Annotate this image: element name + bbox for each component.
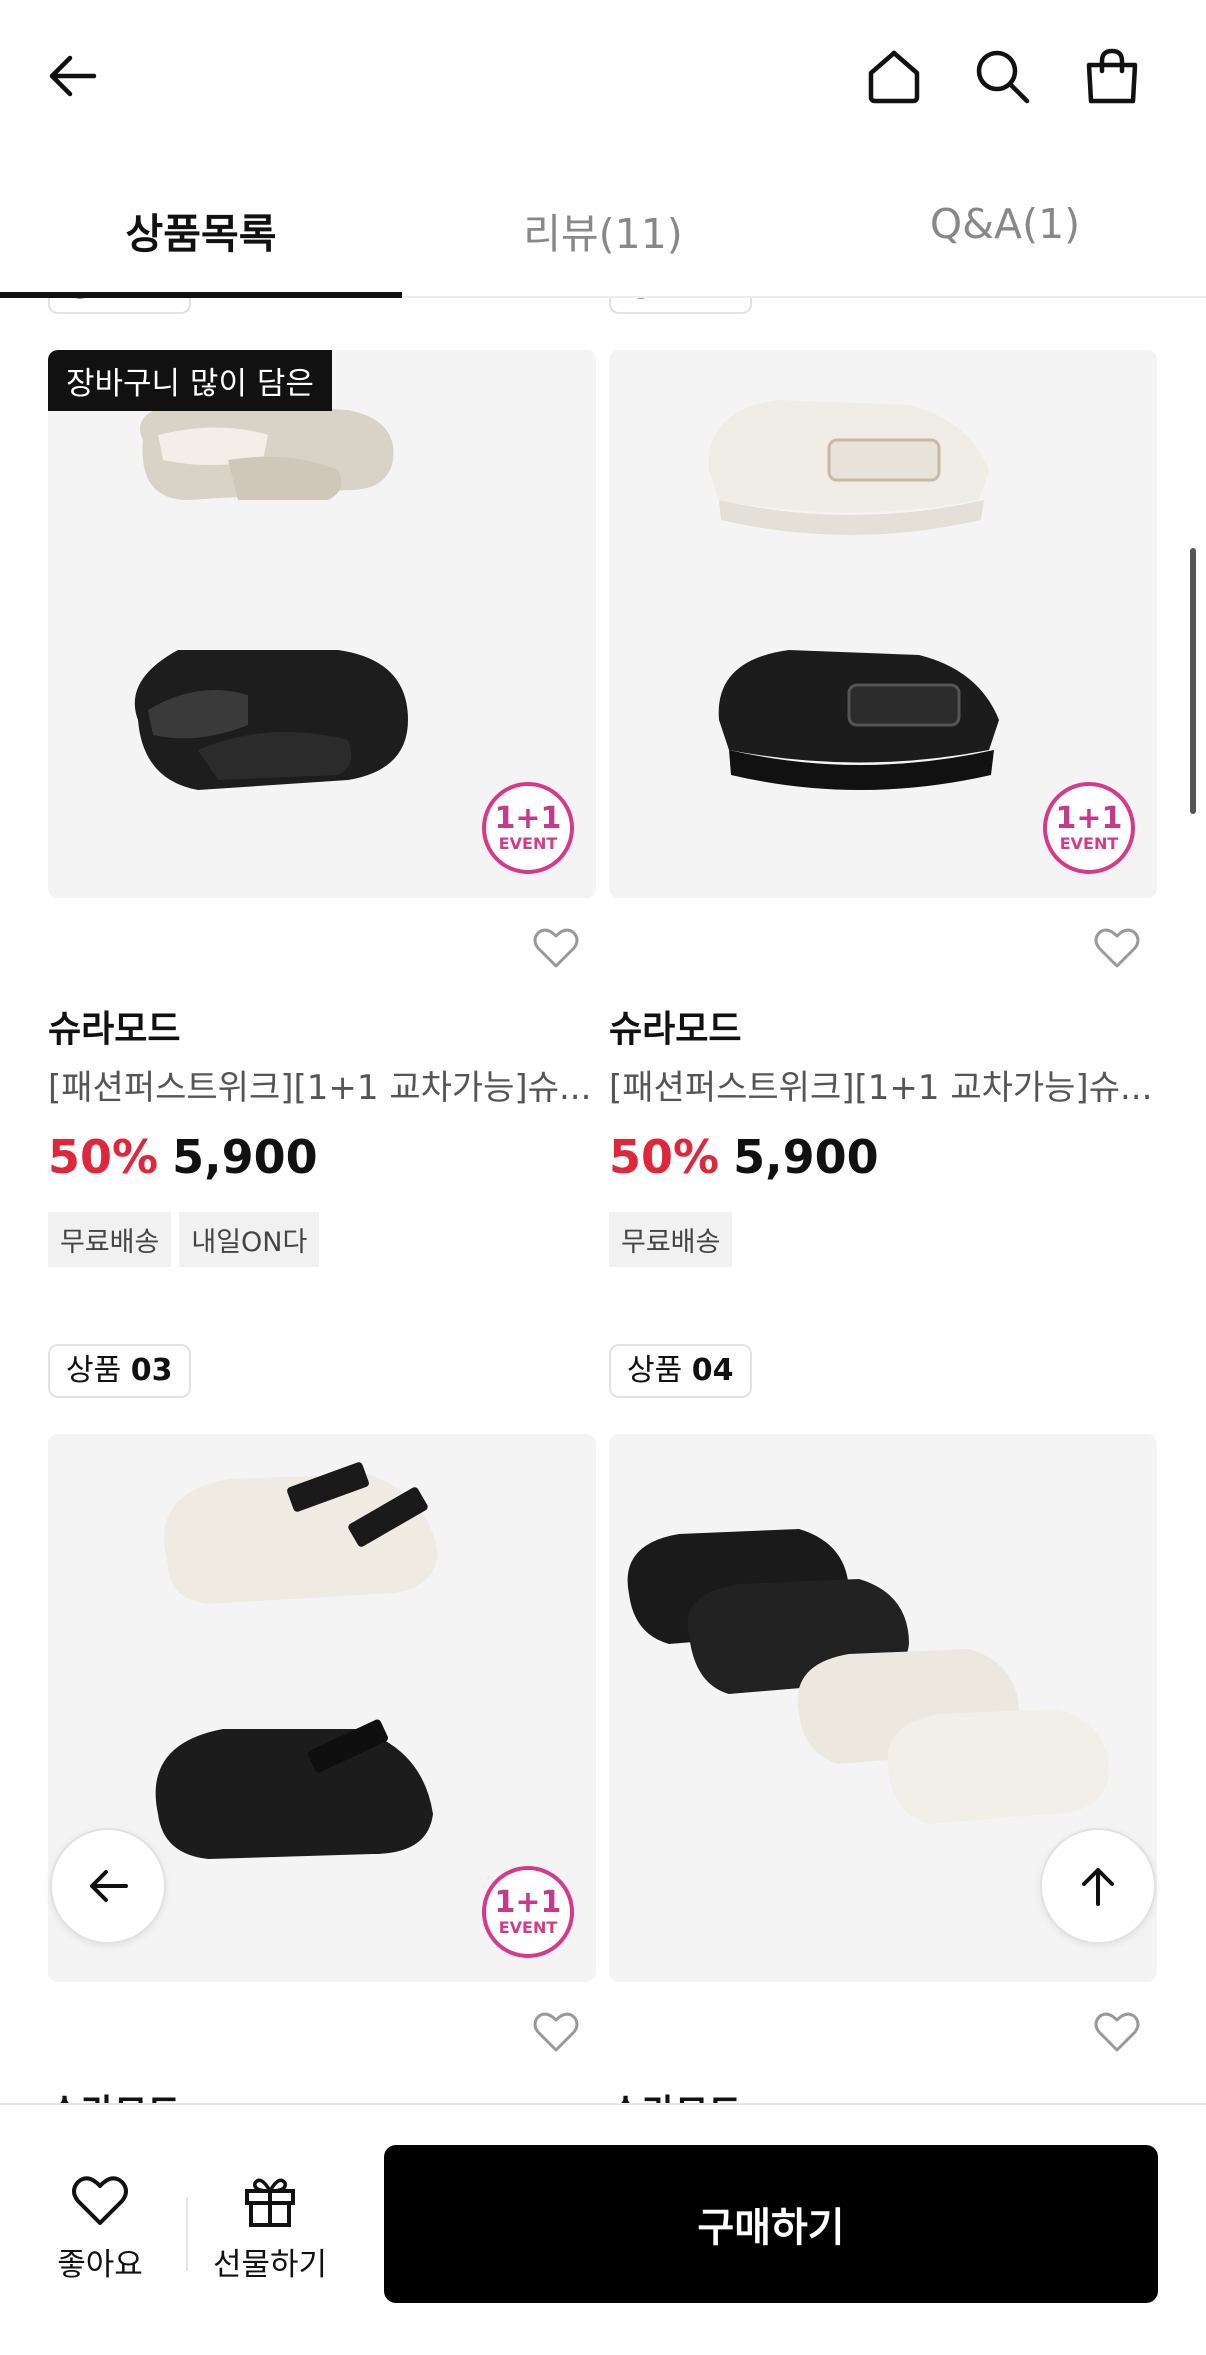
product-image[interactable]: 장바구니 많이 담은 1+1 EVENT: [48, 350, 596, 898]
gift-button[interactable]: 선물하기: [200, 2171, 340, 2284]
price-row: 50% 5,900: [609, 1130, 879, 1184]
tab-bar: 상품목록 리뷰(11) Q&A(1): [0, 160, 1206, 298]
wishlist-heart-icon[interactable]: [1091, 922, 1143, 974]
product-tags: 무료배송 내일ON다: [48, 1212, 320, 1267]
prev-page-button[interactable]: [50, 1828, 166, 1944]
divider: [186, 2197, 188, 2271]
product-image[interactable]: 1+1 EVENT: [609, 350, 1157, 898]
product-brand[interactable]: 슈라모드: [48, 2084, 180, 2103]
product-name[interactable]: [패션퍼스트위크][1+1 교차가능]슈...: [609, 1060, 1157, 1109]
tab-reviews[interactable]: 리뷰(11): [402, 200, 804, 260]
wishlist-heart-icon[interactable]: [1091, 2006, 1143, 2058]
home-icon[interactable]: [858, 40, 930, 112]
wishlist-heart-icon[interactable]: [530, 922, 582, 974]
sale-price: 5,900: [733, 1130, 879, 1184]
sale-price: 5,900: [172, 1130, 318, 1184]
tab-qna[interactable]: Q&A(1): [804, 200, 1206, 248]
discount-rate: 50%: [48, 1130, 159, 1184]
shopping-bag-icon[interactable]: [1076, 40, 1148, 112]
wishlist-heart-icon[interactable]: [530, 2006, 582, 2058]
product-brand[interactable]: 슈라모드: [48, 1000, 180, 1052]
bottom-action-bar: 좋아요 선물하기 구매하기: [0, 2103, 1206, 2355]
scroll-to-top-button[interactable]: [1040, 1828, 1156, 1944]
product-brand[interactable]: 슈라모드: [609, 2084, 741, 2103]
event-badge: 1+1 EVENT: [1043, 782, 1135, 874]
product-tags: 무료배송: [609, 1212, 733, 1267]
product-list[interactable]: 상품 01 장바구니 많이 담은 1+1: [0, 298, 1206, 2103]
hot-label: 장바구니 많이 담은: [48, 350, 332, 411]
heart-icon: [72, 2176, 128, 2225]
search-icon[interactable]: [966, 40, 1038, 112]
product-number-badge: 상품 02: [609, 298, 752, 314]
product-name[interactable]: [패션퍼스트위크][1+1 교차가능]슈...: [48, 1060, 596, 1109]
event-badge: 1+1 EVENT: [482, 1866, 574, 1958]
product-number-badge: 상품 04: [609, 1344, 752, 1398]
arrow-up-icon: [1082, 1868, 1114, 1906]
tag-tomorrow-delivery: 내일ON다: [179, 1212, 320, 1267]
product-number-badge: 상품 03: [48, 1344, 191, 1398]
event-badge: 1+1 EVENT: [482, 782, 574, 874]
product-number-badge: 상품 01: [48, 298, 191, 314]
top-bar: [0, 0, 1206, 160]
active-tab-indicator: [0, 292, 402, 298]
gift-icon: [245, 2178, 295, 2227]
scrollbar[interactable]: [1190, 548, 1196, 814]
gift-label: 선물하기: [212, 2247, 328, 2283]
tab-products[interactable]: 상품목록: [0, 200, 402, 260]
tag-free-shipping: 무료배송: [48, 1212, 172, 1267]
back-arrow-icon[interactable]: [36, 40, 108, 112]
arrow-left-icon: [90, 1870, 128, 1902]
discount-rate: 50%: [609, 1130, 720, 1184]
buy-button[interactable]: 구매하기: [384, 2145, 1158, 2303]
like-label: 좋아요: [57, 2247, 143, 2283]
price-row: 50% 5,900: [48, 1130, 318, 1184]
product-brand[interactable]: 슈라모드: [609, 1000, 741, 1052]
like-button[interactable]: 좋아요: [40, 2171, 160, 2284]
tag-free-shipping: 무료배송: [609, 1212, 733, 1267]
